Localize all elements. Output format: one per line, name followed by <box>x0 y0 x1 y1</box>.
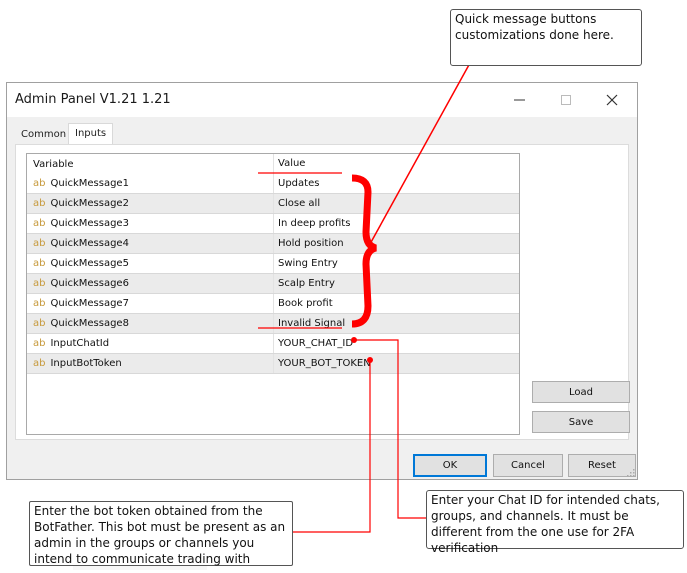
bot-token-callout: Enter the bot token obtained from the Bo… <box>29 501 293 566</box>
chat-id-connector-line <box>354 339 428 519</box>
annotation-overlay <box>258 62 471 533</box>
quick-message-callout: Quick message buttons customizations don… <box>450 9 642 66</box>
chat-id-callout: Enter your Chat ID for intended chats, g… <box>426 490 684 555</box>
quick-message-pointer-line <box>369 62 471 245</box>
curly-brace-icon <box>351 174 377 328</box>
bot-token-connector-line <box>292 360 371 533</box>
